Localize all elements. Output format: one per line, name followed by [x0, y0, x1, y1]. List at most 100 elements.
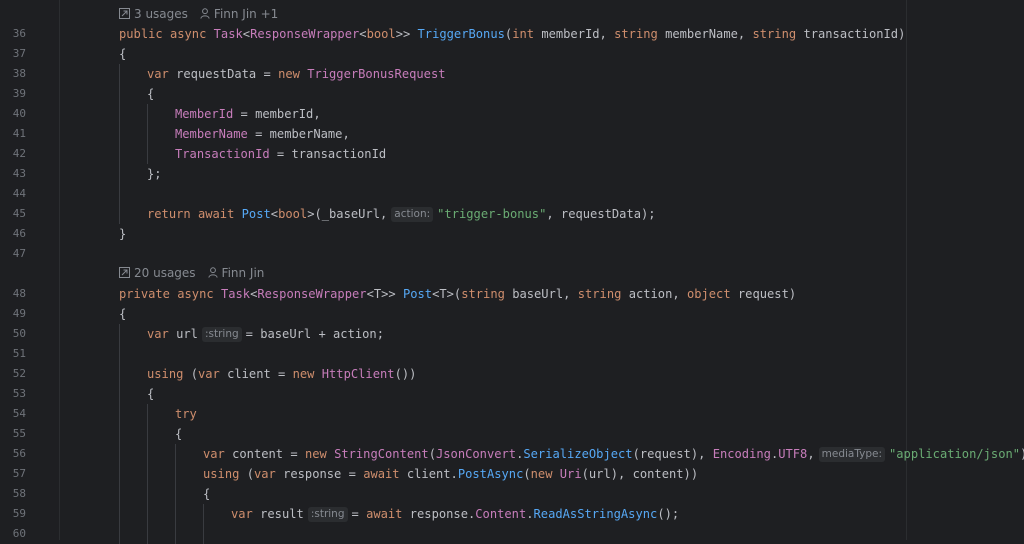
indent-guide: [119, 84, 120, 104]
line-number[interactable]: 38: [6, 64, 26, 84]
usages-link[interactable]: 20 usages: [134, 266, 196, 280]
line-number[interactable]: 40: [6, 104, 26, 124]
code-line[interactable]: 39 {: [0, 84, 1024, 104]
code-editor[interactable]: 3 usages Finn Jin +1 20 usages Finn Jin …: [0, 0, 1024, 544]
line-number[interactable]: 59: [6, 504, 26, 524]
usages-icon: [119, 264, 130, 284]
author-icon: [200, 5, 210, 25]
indent-guide: [175, 504, 176, 524]
line-number[interactable]: 54: [6, 404, 26, 424]
code-line[interactable]: 49 {: [0, 304, 1024, 324]
parameter-hint: :string: [307, 507, 348, 522]
code-token: ReadAsStringAsync: [533, 507, 658, 521]
code-line[interactable]: 38 var requestData = new TriggerBonusRequ…: [0, 64, 1024, 84]
line-number[interactable]: 46: [6, 224, 26, 244]
line-number[interactable]: 36: [6, 24, 26, 44]
code-line[interactable]: 40 MemberId = memberId,: [0, 104, 1024, 124]
code-token: {: [203, 487, 211, 501]
line-number[interactable]: 58: [6, 484, 26, 504]
indent-guide: [119, 324, 120, 344]
code-text: {: [119, 304, 126, 324]
code-token: var: [197, 367, 228, 381]
code-line[interactable]: 57 using (var response = await client.Pos…: [0, 464, 1024, 484]
line-number[interactable]: 43: [6, 164, 26, 184]
code-token: <: [359, 27, 367, 41]
code-line[interactable]: 36 public async Task<ResponseWrapper<bool…: [0, 24, 1024, 44]
author-link[interactable]: Finn Jin: [222, 266, 265, 280]
code-line[interactable]: 54 try: [0, 404, 1024, 424]
indent-guide: [119, 164, 120, 184]
code-line[interactable]: 51: [0, 344, 1024, 364]
code-token: string: [577, 287, 629, 301]
line-number[interactable]: 60: [6, 524, 26, 544]
line-number[interactable]: 52: [6, 364, 26, 384]
code-line[interactable]: 44: [0, 184, 1024, 204]
code-token: object: [686, 287, 738, 301]
code-token: "application/json": [889, 447, 1021, 461]
indent-guide: [147, 464, 148, 484]
code-text: };: [147, 164, 162, 184]
code-token: (: [428, 447, 436, 461]
line-number[interactable]: 56: [6, 444, 26, 464]
code-token: var: [231, 507, 261, 521]
line-number[interactable]: 51: [6, 344, 26, 364]
indent-guide: [147, 144, 148, 164]
code-token: JsonConvert: [436, 447, 517, 461]
code-line[interactable]: 55 {: [0, 424, 1024, 444]
code-line[interactable]: 41 MemberName = memberName,: [0, 124, 1024, 144]
line-number[interactable]: 53: [6, 384, 26, 404]
code-token: MemberId: [175, 107, 234, 121]
code-token: SerializeObject: [523, 447, 633, 461]
line-number[interactable]: 37: [6, 44, 26, 64]
line-number[interactable]: 55: [6, 424, 26, 444]
code-token: new: [292, 367, 322, 381]
code-token: var: [147, 67, 177, 81]
code-line[interactable]: 50 var url:string = baseUrl + action;: [0, 324, 1024, 344]
code-token: ,: [807, 447, 815, 461]
code-token: <T>>: [366, 287, 403, 301]
line-number[interactable]: 41: [6, 124, 26, 144]
code-token: }: [119, 227, 127, 241]
code-text: }: [119, 224, 126, 244]
line-number[interactable]: 48: [6, 284, 26, 304]
indent-guide: [119, 124, 120, 144]
indent-guide: [147, 484, 148, 504]
line-number[interactable]: 45: [6, 204, 26, 224]
code-line[interactable]: 47: [0, 244, 1024, 264]
code-line[interactable]: 46}: [0, 224, 1024, 244]
code-line[interactable]: 45 return await Post<bool>(_baseUrl, actio…: [0, 204, 1024, 224]
line-number[interactable]: 47: [6, 244, 26, 264]
code-token: ()): [394, 367, 417, 381]
line-number[interactable]: 49: [6, 304, 26, 324]
code-line[interactable]: 56 var content = new StringContent(JsonCo…: [0, 444, 1024, 464]
author-link[interactable]: Finn Jin +1: [214, 7, 278, 21]
line-number[interactable]: 39: [6, 84, 26, 104]
line-number[interactable]: 50: [6, 324, 26, 344]
indent-guide: [175, 524, 176, 544]
code-token: bool: [278, 207, 308, 221]
code-line[interactable]: 37 {: [0, 44, 1024, 64]
indent-guide: [119, 484, 120, 504]
indent-guide: [119, 104, 120, 124]
code-token: ();: [657, 507, 680, 521]
code-line[interactable]: 58 {: [0, 484, 1024, 504]
code-line[interactable]: 59 var result:string = await response.Cont…: [0, 504, 1024, 524]
code-lens-trigger-bonus: 3 usages Finn Jin +1: [119, 4, 278, 24]
line-number[interactable]: 44: [6, 184, 26, 204]
code-token: >>: [395, 27, 418, 41]
code-token: response.: [409, 507, 476, 521]
code-line[interactable]: 48 private async Task<ResponseWrapper<T>>…: [0, 284, 1024, 304]
code-token: client.: [406, 467, 458, 481]
code-text: return await Post<bool>(_baseUrl, action:…: [147, 204, 656, 224]
code-text: MemberName = memberName,: [175, 124, 350, 144]
code-line[interactable]: 43};: [0, 164, 1024, 184]
usages-link[interactable]: 3 usages: [134, 7, 188, 21]
code-line[interactable]: 53 {: [0, 384, 1024, 404]
line-number[interactable]: 42: [6, 144, 26, 164]
code-token: PostAsync: [457, 467, 524, 481]
code-token: await: [366, 507, 410, 521]
line-number[interactable]: 57: [6, 464, 26, 484]
code-line[interactable]: 52 using (var client = new HttpClient()): [0, 364, 1024, 384]
code-line[interactable]: 60: [0, 524, 1024, 544]
code-line[interactable]: 42 TransactionId = transactionId: [0, 144, 1024, 164]
